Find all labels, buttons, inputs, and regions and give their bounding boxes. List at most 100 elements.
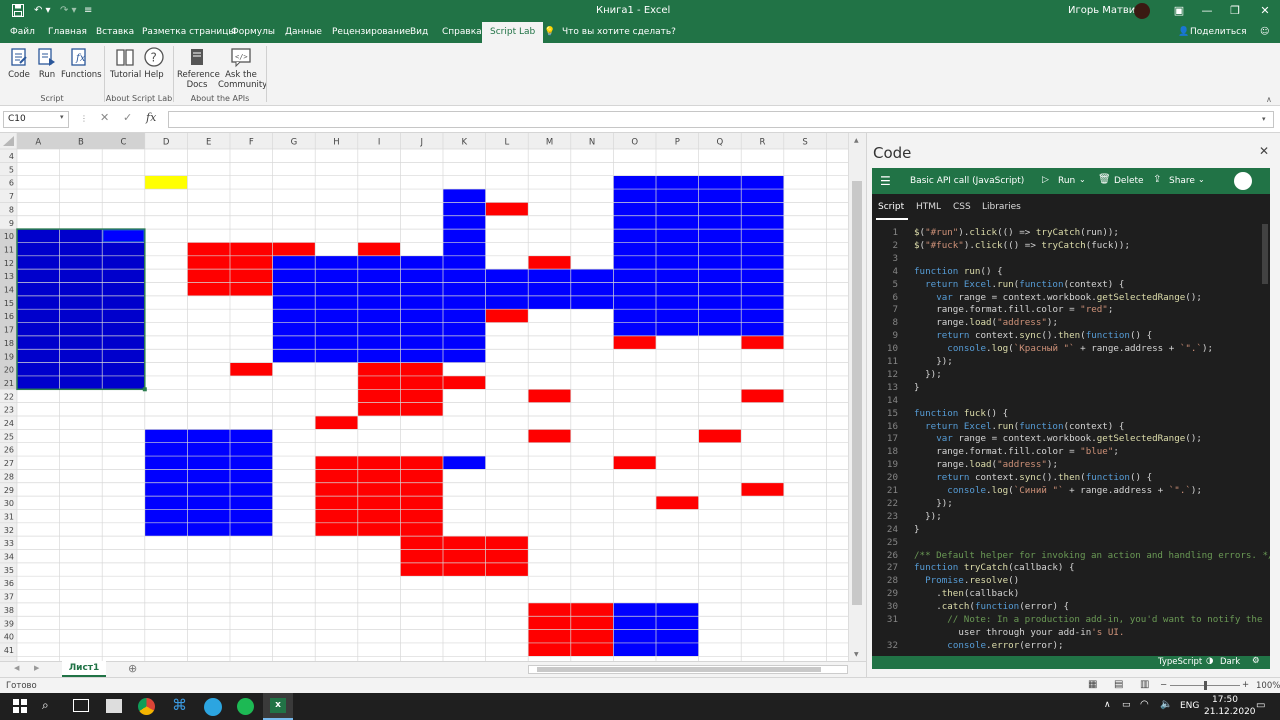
vscode-icon[interactable]: ⌘ [172,696,187,714]
tab-insert[interactable]: Вставка [96,22,134,43]
column-header[interactable]: L [505,138,510,148]
row-header[interactable]: 39 [4,619,14,628]
row-header[interactable]: 33 [4,539,14,548]
row-header[interactable]: 31 [4,512,14,521]
code-line[interactable]: 26 /** Default helper for invoking an act… [872,550,1270,563]
row-header[interactable]: 35 [4,566,14,575]
code-editor[interactable]: 1 $("#run").click(() => tryCatch(run)); 2 $… [872,220,1270,656]
cell-fill[interactable] [443,375,486,390]
cell-fill[interactable] [485,202,529,216]
code-line[interactable]: 31 // Note: In a production add-in, you'… [872,614,1270,627]
row-header[interactable]: 38 [4,606,14,615]
search-icon[interactable]: ⌕ [42,698,49,713]
normal-view-icon[interactable]: ▦ [1088,679,1097,690]
row-header[interactable]: 27 [4,459,14,468]
theme-mode[interactable]: Dark [1220,657,1240,667]
column-header[interactable]: O [631,138,638,148]
tab-review[interactable]: Рецензирование [332,22,410,43]
cell-fill[interactable] [357,242,401,256]
row-header[interactable]: 15 [4,299,14,308]
row-header[interactable]: 30 [4,499,14,508]
column-header[interactable]: R [760,138,766,148]
close-button[interactable]: ✕ [1250,0,1280,22]
cell-fill[interactable] [528,255,571,270]
row-header[interactable]: 29 [4,486,14,495]
tray-chevron-icon[interactable]: ∧ [1104,700,1111,710]
code-line[interactable]: 6 var range = context.workbook.getSelect… [872,292,1270,305]
tab-script[interactable]: Script [878,202,904,212]
code-button[interactable]: Code [6,46,32,80]
share-snippet-button[interactable]: Share [1169,176,1195,186]
row-header[interactable]: 32 [4,526,14,535]
code-line[interactable]: 21 console.log(`Синий "` + range.address… [872,485,1270,498]
expand-formula-icon[interactable]: ▾ [1262,115,1266,123]
column-header[interactable]: C [121,138,127,148]
collapse-ribbon-icon[interactable]: ∧ [1266,95,1272,104]
cell-fill[interactable] [443,189,486,256]
code-line[interactable]: 2 $("#fuck").click(() => tryCatch(fuck)); [872,240,1270,253]
ask-community-button[interactable]: </> Ask the Community [218,46,267,90]
tab-libraries[interactable]: Libraries [982,202,1021,212]
excel-taskbar-button[interactable]: x [263,693,293,720]
zoom-in-icon[interactable]: + [1242,680,1249,690]
row-header[interactable]: 40 [4,633,14,642]
enter-icon[interactable]: ✓ [123,111,132,124]
cell-fill[interactable] [741,335,784,350]
language-mode[interactable]: TypeScript [1158,657,1202,667]
run-snippet-button[interactable]: Run [1058,176,1075,186]
tab-css[interactable]: CSS [953,202,971,212]
tab-page-layout[interactable]: Разметка страницы [142,22,236,43]
help-button[interactable]: ? Help [142,46,166,80]
row-header[interactable]: 5 [9,165,14,174]
column-header[interactable]: S [802,138,807,148]
cell-fill[interactable] [741,389,784,403]
code-line[interactable]: 15 function fuck() { [872,408,1270,421]
cell-fill[interactable] [698,429,742,443]
code-line[interactable]: 10 console.log(`Красный "` + range.addre… [872,343,1270,356]
windows-start-icon[interactable] [13,699,27,713]
cell-fill[interactable] [528,389,571,403]
network-icon[interactable]: ▭ [1122,700,1131,710]
row-header[interactable]: 17 [4,326,14,335]
cell-fill[interactable] [656,496,699,510]
tab-help[interactable]: Справка [442,22,482,43]
cell-fill[interactable] [315,416,358,430]
column-header[interactable]: E [206,138,211,148]
row-header[interactable]: 34 [4,553,14,562]
tab-view[interactable]: Вид [410,22,428,43]
row-header[interactable]: 18 [4,339,14,348]
vertical-scrollbar[interactable]: ▲ ▼ [848,133,866,661]
code-line[interactable]: 22 }); [872,498,1270,511]
minimize-button[interactable]: — [1192,0,1222,22]
row-header[interactable]: 26 [4,446,14,455]
column-header[interactable]: D [163,138,170,148]
h-scroll-thumb[interactable] [537,667,821,672]
row-header[interactable]: 21 [4,379,14,388]
zoom-level[interactable]: 100% [1256,681,1280,691]
column-header[interactable]: I [378,138,381,148]
snippet-name[interactable]: Basic API call (JavaScript) [910,176,1024,186]
zoom-out-icon[interactable]: − [1160,680,1167,690]
column-header[interactable]: N [589,138,595,148]
customize-qat-icon[interactable]: ≡ [84,0,92,22]
row-header[interactable]: 37 [4,593,14,602]
cell-fill[interactable] [485,309,529,323]
telegram-icon[interactable] [204,698,222,716]
column-header[interactable]: M [546,138,553,148]
spotify-icon[interactable] [237,698,254,715]
row-header[interactable]: 36 [4,579,14,588]
add-sheet-icon[interactable]: ⊕ [128,662,137,675]
cell-fill[interactable] [613,335,656,350]
chrome-icon[interactable] [138,698,155,715]
row-header[interactable]: 24 [4,419,14,428]
row-header[interactable]: 11 [4,245,14,254]
column-header[interactable]: J [419,138,423,148]
row-header[interactable]: 28 [4,472,14,481]
name-box-dropdown-icon[interactable]: ▾ [60,113,64,121]
column-header[interactable]: G [291,138,298,148]
volume-icon[interactable]: 🔈 [1160,699,1172,710]
row-header[interactable]: 16 [4,312,14,321]
save-icon[interactable] [12,4,24,17]
column-header[interactable]: P [675,138,680,148]
code-line[interactable]: 28 Promise.resolve() [872,575,1270,588]
